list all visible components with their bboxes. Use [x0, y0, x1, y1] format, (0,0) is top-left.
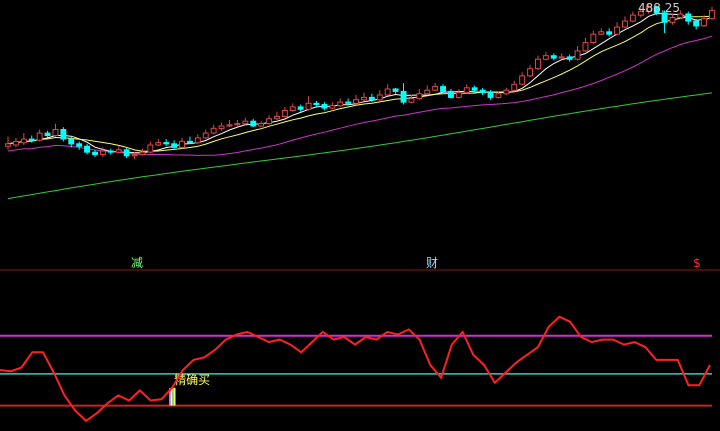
candle-body — [100, 150, 106, 156]
candle-body — [131, 154, 138, 157]
candle-body — [297, 106, 304, 110]
candle-body — [139, 151, 146, 156]
candle-body — [194, 137, 201, 144]
buy-signal-stripe — [172, 387, 174, 406]
candle-body — [13, 140, 19, 146]
candle-body — [60, 129, 67, 140]
candle-body — [5, 143, 11, 147]
candle-body — [535, 58, 541, 70]
candle-body — [36, 132, 43, 141]
candle-body — [321, 104, 328, 109]
candle-body — [693, 20, 700, 27]
candle-body — [384, 88, 391, 96]
candle-body — [448, 90, 454, 98]
candle-body — [353, 99, 360, 104]
candle-body — [503, 89, 510, 95]
candle-body — [574, 50, 581, 60]
candle-body — [28, 138, 35, 141]
candle-body — [424, 89, 431, 95]
candle-body — [115, 149, 122, 153]
candle-body — [313, 102, 320, 106]
stock-chart: 减财 $ 精确买 488.25 — [0, 0, 720, 431]
candle-body — [218, 125, 225, 129]
candle-body — [479, 89, 486, 94]
candle-body — [155, 142, 162, 146]
candle-body — [400, 90, 407, 103]
candle-body — [606, 31, 613, 35]
candle-body — [329, 105, 336, 109]
candle — [60, 127, 67, 142]
candle-body — [614, 26, 620, 35]
candle-body — [582, 42, 589, 52]
marker-label: $ — [693, 256, 701, 270]
marker-label: 财 — [426, 256, 438, 270]
candle-body — [107, 150, 114, 153]
candle-body — [511, 83, 518, 91]
candle-body — [44, 132, 51, 137]
candle-body — [202, 132, 209, 139]
candle-body — [289, 106, 296, 112]
candle-body — [68, 138, 75, 145]
candle-body — [20, 138, 27, 144]
candle-body — [669, 17, 676, 23]
candle-body — [84, 145, 90, 153]
candle-body — [527, 68, 533, 77]
candle-body — [440, 86, 447, 92]
candle-body — [685, 13, 692, 22]
candle-body — [242, 120, 249, 125]
candle-body — [629, 14, 636, 22]
candle-body — [392, 88, 399, 92]
candle-body — [416, 93, 423, 100]
candle-body — [210, 127, 217, 134]
candle-body — [408, 98, 415, 103]
candle-body — [376, 94, 383, 101]
candle-body — [598, 31, 605, 35]
candle-body — [281, 110, 288, 117]
chart-background — [0, 0, 720, 431]
candle-body — [558, 56, 565, 59]
candle-body — [361, 96, 367, 101]
candle-body — [709, 9, 715, 20]
candle-body — [52, 129, 59, 136]
candle-body — [622, 20, 628, 28]
candle-body — [179, 140, 186, 148]
candle-body — [274, 115, 280, 120]
candle-body — [123, 149, 130, 157]
candle-body — [234, 123, 241, 126]
candle-body — [701, 18, 707, 27]
candle-body — [345, 101, 352, 104]
candle-body — [471, 87, 478, 91]
candle-body — [487, 92, 494, 98]
marker-label: 减 — [131, 256, 143, 270]
candle-body — [368, 96, 375, 101]
candle-body — [163, 142, 170, 145]
candle-body — [337, 101, 344, 107]
candle-body — [590, 33, 597, 44]
buy-signal-stripe — [173, 387, 176, 406]
candle-body — [495, 93, 502, 98]
candle-body — [550, 55, 557, 59]
candle-body — [147, 144, 154, 153]
candle-body — [455, 92, 462, 98]
price-label: 488.25 — [638, 1, 680, 15]
candle-body — [226, 124, 233, 127]
candle-body — [258, 123, 265, 127]
candle-body — [463, 87, 470, 94]
candle-body — [432, 86, 439, 91]
candle-body — [76, 143, 83, 147]
candle-body — [566, 56, 573, 60]
candle-body — [187, 140, 193, 144]
candle-body — [250, 120, 257, 127]
candle-body — [542, 55, 549, 60]
candle-body — [305, 102, 312, 110]
candle-body — [92, 151, 98, 156]
candle-body — [171, 143, 178, 148]
candle-body — [266, 118, 273, 125]
candle-body — [519, 75, 526, 85]
